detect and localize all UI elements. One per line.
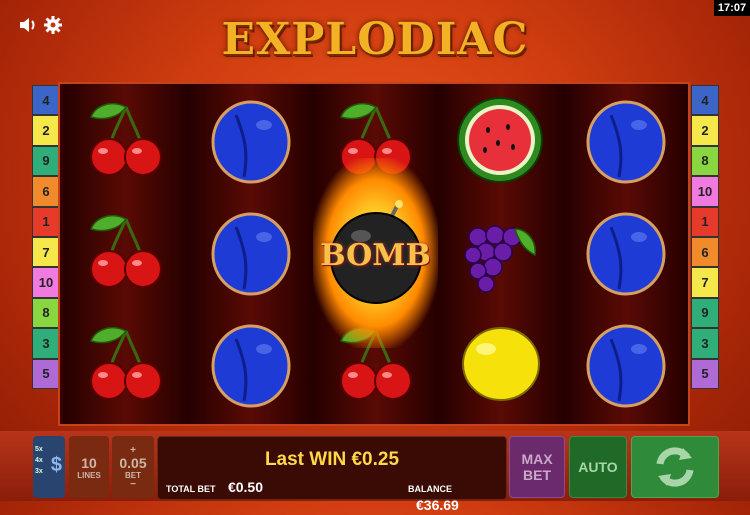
bet-plus-button[interactable]: + [130,445,136,455]
payline-left-2[interactable]: 2 [32,115,60,146]
bomb-label: BOMB [320,238,431,273]
bet-minus-button[interactable]: − [130,479,136,489]
payline-right-2[interactable]: 2 [691,115,719,146]
top-bar: EXPLODIAC 17:07 [0,0,750,65]
payline-right-7[interactable]: 7 [691,267,719,298]
auto-label: AUTO [578,459,618,475]
plum-symbol [563,196,688,308]
total-bet-value: €0.50 [227,479,263,495]
payline-left-4[interactable]: 4 [32,85,60,116]
game-logo: EXPLODIAC [221,14,529,65]
payline-indicators-right: 4 2 8 10 1 6 7 9 3 5 [691,85,719,389]
payline-right-10[interactable]: 10 [691,176,719,207]
payline-indicators-left: 4 2 9 6 1 7 10 8 3 5 [32,85,60,389]
plum-symbol [563,84,688,196]
reel-5 [563,84,688,424]
total-bet-label: TOTAL BET [166,484,216,494]
control-bar: 5x 4x 3x $ 10 LINES + 0.05 BET − Last WI… [0,431,750,513]
payline-right-9[interactable]: 9 [691,297,719,329]
cherry-symbol [63,84,188,196]
bet-button[interactable]: + 0.05 BET − [112,436,154,498]
payline-left-9[interactable]: 9 [32,145,60,177]
payline-right-8[interactable]: 8 [691,145,719,177]
bomb-symbol: BOMB [313,158,438,348]
auto-button[interactable]: AUTO [569,436,627,498]
currency-button[interactable]: 5x 4x 3x $ [33,436,65,498]
grapes-symbol [438,196,563,308]
plum-symbol [188,196,313,308]
lemon-symbol [438,308,563,420]
payline-left-6[interactable]: 6 [32,176,60,207]
max-bet-button[interactable]: MAX BET [509,436,565,498]
payline-right-1[interactable]: 1 [691,206,719,237]
lines-label: LINES [77,470,101,480]
reel-frame: BOMB [58,82,690,426]
last-win-text: Last WIN €0.25 [264,449,400,470]
spin-button[interactable] [631,436,719,498]
max-bet-label-2: BET [523,467,551,483]
plum-symbol [563,308,688,420]
max-bet-label: MAX [521,451,553,467]
currency-option: 4x [35,457,43,464]
payline-right-5[interactable]: 5 [691,358,719,389]
reel-3: BOMB [313,84,438,424]
payline-left-8[interactable]: 8 [32,297,60,329]
payline-right-3[interactable]: 3 [691,328,719,359]
payline-left-10[interactable]: 10 [32,267,60,298]
currency-option: 3x [35,468,43,475]
gear-icon[interactable] [42,14,64,36]
bet-value: 0.05 [119,454,147,471]
payline-left-1[interactable]: 1 [32,206,60,237]
lines-value: 10 [81,454,97,471]
lines-button[interactable]: 10 LINES [69,436,109,498]
currency-symbol: $ [50,454,62,476]
cherry-symbol [63,308,188,420]
payline-right-6[interactable]: 6 [691,236,719,268]
reel-4 [438,84,563,424]
info-panel: Last WIN €0.25 TOTAL BET €0.50 BALANCE €… [157,436,507,513]
cherry-symbol [63,196,188,308]
clock: 17:07 [714,0,750,16]
payline-left-5[interactable]: 5 [32,358,60,389]
payline-left-3[interactable]: 3 [32,328,60,359]
sound-icon[interactable] [18,14,40,36]
watermelon-symbol [438,84,563,196]
spin-icon [656,447,694,487]
balance-value: €36.69 [416,497,459,513]
reel-2 [188,84,313,424]
plum-symbol [188,84,313,196]
balance-label: BALANCE [408,484,452,494]
payline-left-7[interactable]: 7 [32,236,60,268]
payline-right-4[interactable]: 4 [691,85,719,116]
reel-1 [63,84,188,424]
plum-symbol [188,308,313,420]
currency-option: 5x [35,446,43,453]
